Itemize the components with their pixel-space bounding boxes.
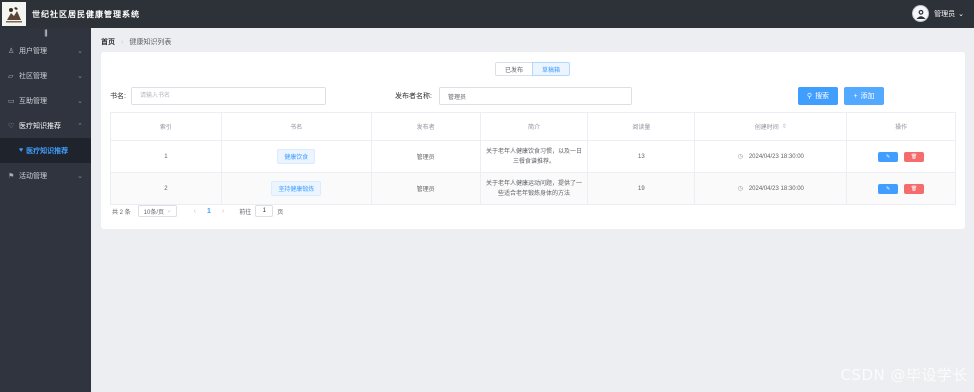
site-title: 世纪社区居民健康管理系统	[32, 8, 140, 19]
table-row: 1 健康饮食 管理员 关于老年人健康饮食习惯，以及一日三餐食谱推荐。 13 ◷ …	[111, 141, 957, 173]
sidebar-item-label: 活动管理	[19, 172, 47, 180]
page-size-select[interactable]: 10条/页 ⌄	[137, 205, 177, 217]
cell-created: ◷ 2024/04/23 18:30:00	[695, 141, 848, 173]
sidebar-item-mutual-help[interactable]: ▭ 互助管理 ⌄	[0, 88, 91, 113]
cell-actions: ✎ 🗑	[847, 141, 957, 173]
cell-created: ◷ 2024/04/23 18:30:00	[695, 173, 848, 205]
publisher-label: 发布者名称:	[395, 93, 432, 100]
column-header-publisher: 发布者	[371, 113, 481, 141]
column-header-intro: 简介	[480, 113, 589, 141]
sidebar-item-community-management[interactable]: ▱ 社区管理 ⌄	[0, 63, 91, 88]
chevron-down-icon: ⌄	[77, 173, 83, 180]
cell-publisher: 管理员	[371, 141, 481, 173]
search-icon: ⚲	[806, 93, 813, 100]
book-name-input[interactable]	[131, 87, 326, 105]
sidebar-item-label: 医疗知识推荐	[19, 122, 61, 130]
sidebar-item-medical-knowledge[interactable]: ♡ 医疗知识推荐 ⌃	[0, 113, 91, 138]
delete-button[interactable]: 🗑	[904, 183, 925, 194]
chevron-down-icon: ⌄	[958, 10, 964, 18]
next-page-icon[interactable]: ›	[222, 208, 224, 215]
chevron-down-icon: ⌄	[77, 48, 83, 55]
page-suffix: 页	[277, 209, 284, 216]
chevron-right-icon: ›	[121, 38, 124, 46]
delete-button[interactable]: 🗑	[904, 151, 925, 162]
column-header-title: 书名	[221, 113, 372, 141]
trash-icon: 🗑	[910, 185, 918, 192]
sidebar-subitem-label: 医疗知识推荐	[26, 147, 69, 155]
app-logo	[2, 2, 26, 26]
sidebar-item-activity-management[interactable]: ⚑ 活动管理 ⌄	[0, 163, 91, 188]
medical-icon: ♡	[8, 122, 15, 130]
search-bar: 书名: 发布者名称: ⚲ 搜索 + 添加	[110, 87, 960, 105]
chevron-up-icon: ⌃	[77, 123, 83, 130]
chevron-down-icon: ⌄	[77, 98, 83, 105]
tab-drafts[interactable]: 草稿箱	[532, 62, 570, 76]
sidebar-item-user-management[interactable]: ♙ 用户管理 ⌄	[0, 38, 91, 63]
chevron-down-icon: ⌄	[77, 73, 83, 80]
collapse-toggle[interactable]: |||	[0, 28, 91, 38]
sidebar-item-label: 互助管理	[19, 97, 47, 105]
search-button[interactable]: ⚲ 搜索	[798, 87, 838, 105]
sidebar-item-label: 用户管理	[19, 47, 47, 55]
avatar[interactable]	[912, 5, 930, 22]
cell-title: 坚持健康锻炼	[221, 173, 372, 205]
title-tag[interactable]: 健康饮食	[277, 149, 316, 164]
user-avatar-icon	[916, 9, 926, 19]
title-tag[interactable]: 坚持健康锻炼	[271, 181, 322, 196]
content-card: 已发布 草稿箱 书名: 发布者名称: ⚲ 搜索 + 添加 索引 书名 发布者 简…	[101, 52, 965, 229]
knowledge-table: 索引 书名 发布者 简介 阅读量 创建时间 ⇕ 操作 1 健康饮食 管理员 关于…	[110, 112, 957, 205]
book-name-label: 书名:	[110, 93, 126, 100]
edit-button[interactable]: ✎	[878, 151, 899, 162]
goto-label: 前往	[239, 209, 252, 216]
column-header-views: 阅读量	[588, 113, 696, 141]
edit-icon: ✎	[885, 185, 891, 192]
prev-page-icon[interactable]: ‹	[194, 208, 196, 215]
cell-intro: 关于老年人健康运动问题，提供了一些适合老年锻炼身体的方法	[480, 173, 589, 205]
cell-title: 健康饮食	[221, 141, 372, 173]
user-name: 管理员	[934, 10, 956, 18]
edit-icon: ✎	[885, 153, 891, 160]
tab-published[interactable]: 已发布	[495, 62, 533, 76]
watermark: CSDN @毕设学长	[840, 366, 968, 384]
table-header-row: 索引 书名 发布者 简介 阅读量 创建时间 ⇕ 操作	[111, 113, 957, 141]
cell-views: 13	[588, 141, 696, 173]
breadcrumb-home[interactable]: 首页	[101, 37, 115, 47]
column-header-index: 索引	[111, 113, 222, 141]
page-number[interactable]: 1	[207, 208, 211, 215]
cell-index: 2	[111, 173, 222, 205]
plus-icon: +	[853, 92, 858, 100]
top-header: 世纪社区居民健康管理系统 管理员 ⌄	[0, 0, 974, 28]
cell-views: 19	[588, 173, 696, 205]
activity-icon: ⚑	[8, 172, 15, 180]
publisher-input[interactable]	[439, 87, 632, 105]
table-row: 2 坚持健康锻炼 管理员 关于老年人健康运动问题，提供了一些适合老年锻炼身体的方…	[111, 173, 957, 205]
cell-index: 1	[111, 141, 222, 173]
sort-icon[interactable]: ⇕	[782, 123, 787, 130]
cell-intro: 关于老年人健康饮食习惯，以及一日三餐食谱推荐。	[480, 141, 589, 173]
goto-page-input[interactable]: 1	[255, 205, 274, 217]
pagination-total: 共 2 条	[112, 209, 131, 216]
cell-publisher: 管理员	[371, 173, 481, 205]
community-icon: ▱	[8, 72, 14, 80]
add-button[interactable]: + 添加	[844, 87, 884, 105]
cell-actions: ✎ 🗑	[847, 173, 957, 205]
clock-icon: ◷	[737, 154, 743, 160]
trash-icon: 🗑	[910, 153, 918, 160]
sidebar-subitem-medical-knowledge[interactable]: ♥ 医疗知识推荐	[0, 138, 91, 163]
heart-icon: ♥	[19, 147, 24, 154]
user-menu[interactable]: 管理员 ⌄	[912, 5, 964, 22]
breadcrumb-current: 健康知识列表	[129, 39, 172, 46]
chevron-down-icon: ⌄	[166, 208, 172, 214]
clock-icon: ◷	[737, 186, 743, 192]
user-icon: ♙	[8, 47, 15, 55]
edit-button[interactable]: ✎	[878, 183, 899, 194]
pagination: 共 2 条 10条/页 ⌄ ‹ 1 › 前往 1 页	[112, 205, 283, 217]
column-header-created[interactable]: 创建时间 ⇕	[695, 113, 848, 141]
sidebar: ||| ♙ 用户管理 ⌄ ▱ 社区管理 ⌄ ▭ 互助管理 ⌄ ♡ 医疗知识推荐 …	[0, 28, 91, 392]
status-tabs: 已发布 草稿箱	[495, 62, 570, 76]
help-icon: ▭	[8, 97, 15, 105]
column-header-actions: 操作	[847, 113, 957, 141]
breadcrumb: 首页 › 健康知识列表	[101, 37, 171, 47]
sidebar-item-label: 社区管理	[19, 72, 47, 80]
